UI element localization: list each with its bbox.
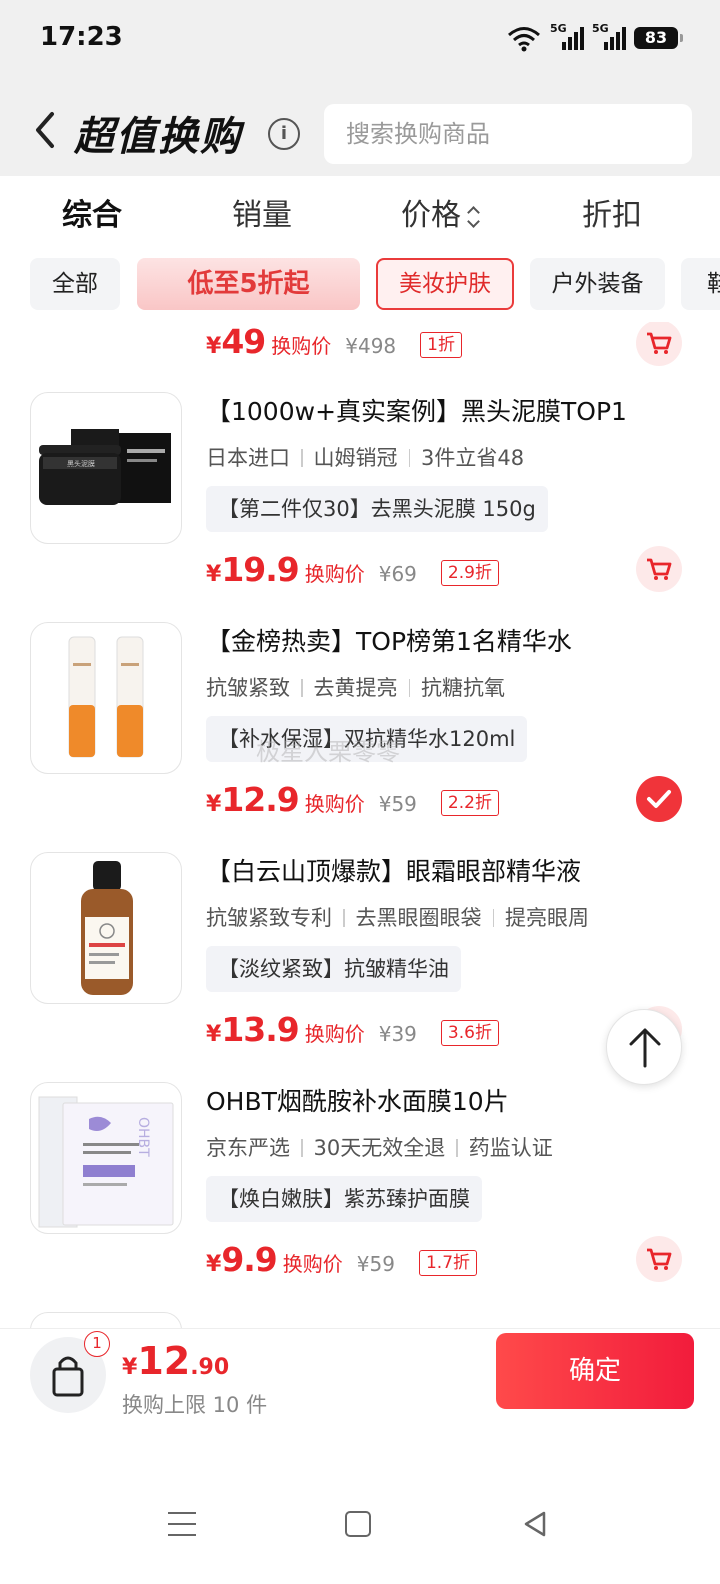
wifi-icon — [508, 27, 540, 52]
add-to-cart-button[interactable] — [636, 322, 682, 366]
product-image[interactable]: 黑头泥膜 — [30, 392, 182, 544]
chip-all[interactable]: 全部 — [30, 258, 120, 310]
original-price: ¥69 — [378, 562, 417, 586]
signal-icon: 5G — [592, 22, 626, 52]
tab-sales[interactable]: 销量 — [232, 190, 292, 234]
page-header: 超值换购 i 搜索换购商品 — [0, 80, 720, 176]
status-icons: 5G 5G 83 — [506, 22, 683, 52]
back-triangle-icon[interactable] — [522, 1510, 548, 1538]
svg-text:黑头泥膜: 黑头泥膜 — [67, 459, 95, 468]
page-title: 超值换购 — [74, 114, 242, 160]
list-item[interactable] — [0, 1312, 720, 1328]
add-to-cart-button[interactable] — [636, 1236, 682, 1282]
home-icon[interactable] — [345, 1511, 371, 1537]
watermark: 极星人栗零零 — [256, 738, 400, 766]
price: 13.9 — [221, 1010, 299, 1049]
product-subtitle: 【淡纹紧致】抗皱精华油 — [206, 946, 461, 992]
product-image[interactable]: OHBT — [30, 1082, 182, 1234]
scroll-top-button[interactable] — [606, 1009, 682, 1085]
price-row: ¥13.9 换购价 ¥39 3.6折 — [206, 1010, 499, 1050]
shopping-cart-icon — [647, 332, 672, 354]
price: 49 — [221, 322, 266, 361]
discount-badge: 2.9折 — [440, 560, 499, 586]
selected-checkbox[interactable] — [636, 776, 682, 822]
discount-badge: 2.2折 — [440, 790, 499, 816]
product-title: 【1000w+真实案例】黑头泥膜TOP1 — [206, 397, 627, 426]
product-tags: 抗皱紧致专利 去黑眼圈眼袋 提亮眼周 — [206, 906, 589, 930]
limit-text: 换购上限 10 件 — [122, 1393, 268, 1417]
bag-count-badge: 1 — [84, 1331, 110, 1357]
tab-price-label: 价格 — [401, 198, 461, 233]
original-price: ¥498 — [345, 334, 397, 358]
chip-shoes[interactable]: 鞋 — [681, 258, 720, 310]
chip-promo[interactable]: 低至5折起 — [137, 258, 360, 310]
product-title: 【白云山顶爆款】眼霜眼部精华液 — [206, 857, 582, 886]
price-row: ¥12.9 换购价 ¥59 2.2折 — [206, 780, 499, 820]
check-icon — [647, 790, 671, 808]
bottom-bar: 1 ¥12.90 换购上限 10 件 确定 — [0, 1328, 720, 1432]
chip-outdoor[interactable]: 户外装备 — [530, 258, 665, 310]
info-icon[interactable]: i — [268, 118, 300, 150]
price: 12.9 — [221, 780, 299, 819]
product-tags: 京东严选 30天无效全退 药监认证 — [206, 1136, 553, 1160]
price-row: ¥9.9 换购价 ¥59 1.7折 — [206, 1240, 478, 1280]
tab-price[interactable]: 价格 — [401, 190, 481, 234]
confirm-button[interactable]: 确定 — [496, 1333, 694, 1409]
discount-badge: 1.7折 — [418, 1250, 478, 1276]
price: 19.9 — [221, 550, 299, 589]
product-image[interactable] — [30, 1312, 182, 1328]
arrow-up-icon — [629, 1028, 661, 1068]
list-item-partial[interactable]: ¥49 换购价 ¥498 1折 — [0, 322, 720, 366]
status-bar: 17:23 5G 5G 83 — [0, 0, 720, 80]
product-title: OHBT烟酰胺补水面膜10片 — [206, 1087, 509, 1116]
product-list[interactable]: ¥49 换购价 ¥498 1折 黑头泥膜 【1000w+真实案例】黑头泥膜TOP1 — [0, 322, 720, 1328]
discount-badge: 1折 — [420, 332, 462, 358]
system-nav-bar — [0, 1432, 720, 1584]
price-row: ¥49 换购价 ¥498 1折 — [206, 322, 462, 362]
original-price: ¥59 — [378, 792, 417, 816]
original-price: ¥59 — [356, 1252, 395, 1276]
product-tags: 抗皱紧致 去黄提亮 抗糖抗氧 — [206, 676, 505, 700]
battery-icon: 83 — [634, 27, 683, 49]
search-input[interactable]: 搜索换购商品 — [324, 104, 692, 164]
product-subtitle: 【第二件仅30】去黑头泥膜 150g — [206, 486, 548, 532]
tab-comprehensive[interactable]: 综合 — [62, 190, 122, 234]
list-item[interactable]: 黑头泥膜 【1000w+真实案例】黑头泥膜TOP1 日本进口 山姆销冠 3件立省48… — [0, 392, 720, 622]
sort-arrows-icon — [467, 205, 481, 229]
category-chips: 全部 低至5折起 美妆护肤 户外装备 鞋 — [0, 252, 720, 322]
price: 9.9 — [221, 1240, 277, 1279]
total-price: ¥12.90 — [122, 1339, 230, 1383]
original-price: ¥39 — [378, 1022, 417, 1046]
chip-beauty[interactable]: 美妆护肤 — [376, 258, 514, 310]
list-item[interactable]: OHBT OHBT烟酰胺补水面膜10片 京东严选 30天无效全退 药监认证 【焕白嫩… — [0, 1082, 720, 1312]
status-time: 17:23 — [40, 22, 123, 52]
product-image[interactable] — [30, 622, 182, 774]
shopping-cart-icon — [647, 1248, 672, 1270]
svg-text:OHBT: OHBT — [135, 1117, 151, 1157]
sort-tabs: 综合 销量 价格 折扣 — [0, 176, 720, 248]
product-tags: 日本进口 山姆销冠 3件立省48 — [206, 446, 525, 470]
menu-icon[interactable] — [168, 1512, 196, 1538]
price-row: ¥19.9 换购价 ¥69 2.9折 — [206, 550, 499, 590]
shopping-cart-icon — [647, 558, 672, 580]
product-title: 【金榜热卖】TOP榜第1名精华水 — [206, 627, 572, 656]
back-chevron-icon[interactable] — [30, 110, 60, 150]
discount-badge: 3.6折 — [440, 1020, 499, 1046]
tab-discount[interactable]: 折扣 — [582, 190, 642, 234]
add-to-cart-button[interactable] — [636, 546, 682, 592]
product-subtitle: 【焕白嫩肤】紫苏臻护面膜 — [206, 1176, 482, 1222]
signal-icon: 5G — [550, 22, 584, 52]
product-image[interactable] — [30, 852, 182, 1004]
